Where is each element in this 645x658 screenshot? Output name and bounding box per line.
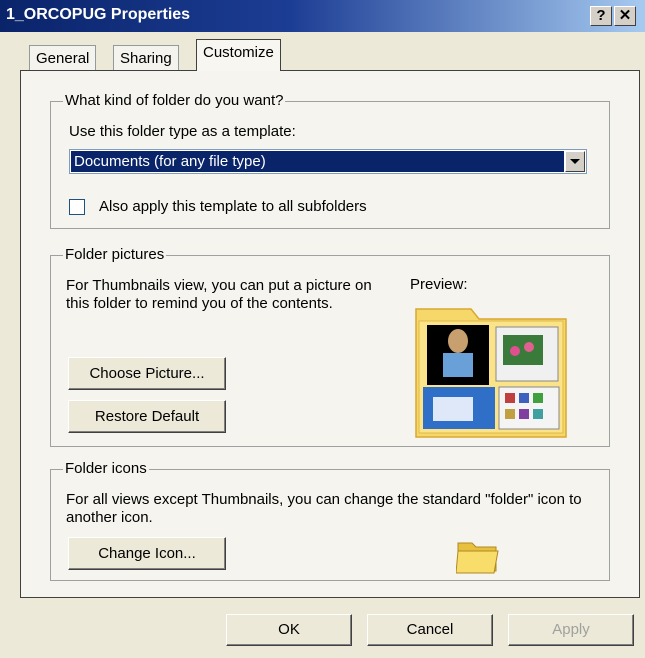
dropdown-arrow-icon[interactable] xyxy=(565,151,585,172)
apply-subfolders-checkbox[interactable] xyxy=(69,199,85,215)
bottom-button-bar: OK Cancel Apply xyxy=(0,598,645,658)
title-bar: 1_ORCOPUG Properties ? ✕ xyxy=(0,0,645,32)
apply-button[interactable]: Apply xyxy=(508,614,634,646)
folder-icons-description: For all views except Thumbnails, you can… xyxy=(66,491,582,526)
folder-type-group-title: What kind of folder do you want? xyxy=(63,92,286,109)
help-button[interactable]: ? xyxy=(590,6,612,26)
apply-subfolders-label: Also apply this template to all subfolde… xyxy=(99,198,367,215)
tab-general[interactable]: General xyxy=(29,45,97,73)
folder-icon xyxy=(455,537,500,575)
template-label: Use this folder type as a template: xyxy=(69,123,296,140)
customize-panel: What kind of folder do you want? Use thi… xyxy=(20,70,640,598)
window-title: 1_ORCOPUG Properties xyxy=(6,6,191,23)
cancel-button[interactable]: Cancel xyxy=(367,614,493,646)
tab-customize[interactable]: Customize xyxy=(196,39,281,71)
folder-pictures-description: For Thumbnails view, you can put a pictu… xyxy=(66,277,372,312)
ok-button[interactable]: OK xyxy=(226,614,352,646)
folder-preview-image xyxy=(411,301,571,441)
close-button[interactable]: ✕ xyxy=(614,6,636,26)
choose-picture-button[interactable]: Choose Picture... xyxy=(68,357,226,390)
restore-default-button[interactable]: Restore Default xyxy=(68,400,226,433)
folder-type-selected-value: Documents (for any file type) xyxy=(71,151,564,172)
folder-icons-group-title: Folder icons xyxy=(63,460,149,477)
change-icon-button[interactable]: Change Icon... xyxy=(68,537,226,570)
folder-pictures-group-title: Folder pictures xyxy=(63,246,167,263)
folder-type-select[interactable]: Documents (for any file type) xyxy=(69,149,587,174)
tab-sharing[interactable]: Sharing xyxy=(113,45,179,73)
preview-label: Preview: xyxy=(410,276,468,293)
